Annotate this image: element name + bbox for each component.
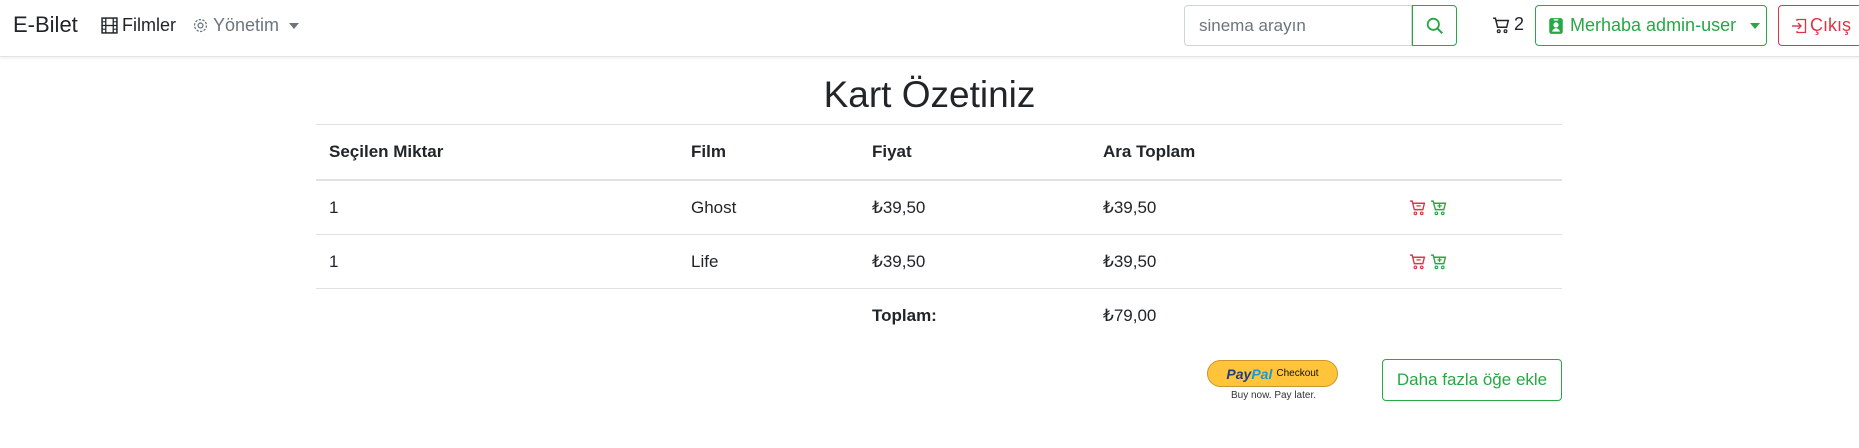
row-price: ₺39,50: [859, 179, 1090, 235]
row-actions: [1396, 179, 1562, 235]
paypal-button[interactable]: PayPal Checkout: [1207, 360, 1338, 387]
table-row: 1 Ghost ₺39,50 ₺39,50: [316, 179, 1562, 235]
cart-icon: [1493, 17, 1510, 33]
row-subtotal: ₺39,50: [1090, 179, 1396, 235]
search-button[interactable]: [1412, 5, 1457, 46]
logout-button[interactable]: Çıkış: [1778, 5, 1859, 46]
film-icon: [101, 17, 118, 34]
row-film: Life: [678, 234, 859, 289]
nav-admin-label: Yönetim: [213, 15, 280, 35]
user-badge-icon: [1549, 17, 1563, 34]
paypal-checkout[interactable]: PayPal Checkout Buy now. Pay later.: [1207, 360, 1340, 401]
search-icon: [1426, 17, 1443, 34]
brand-link[interactable]: E-Bilet: [13, 12, 78, 38]
cart-remove-icon[interactable]: [1409, 199, 1426, 216]
paypal-subtext: Buy now. Pay later.: [1230, 390, 1317, 401]
nav-admin-dropdown[interactable]: Yönetim: [192, 15, 300, 36]
cart-add-icon[interactable]: [1430, 199, 1447, 216]
table-row: 1 Life ₺39,50 ₺39,50: [316, 234, 1562, 289]
row-quantity: 1: [316, 234, 678, 289]
search-input[interactable]: sinema arayın: [1184, 5, 1412, 46]
cart-add-icon[interactable]: [1430, 253, 1447, 270]
total-row: Toplam: ₺79,00: [316, 288, 1562, 342]
page-title: Kart Özetiniz: [823, 74, 1036, 115]
header-subtotal: Ara Toplam: [1090, 124, 1396, 181]
chevron-down-icon: [289, 22, 300, 29]
gear-icon: [193, 18, 208, 33]
add-more-button[interactable]: Daha fazla öğe ekle: [1382, 359, 1562, 401]
table-header-row: Seçilen Miktar Film Fiyat Ara Toplam: [316, 124, 1562, 181]
row-price: ₺39,50: [859, 234, 1090, 289]
total-label: Toplam:: [859, 288, 1090, 342]
paypal-checkout-label: Checkout: [1276, 368, 1319, 379]
chevron-down-icon: [1750, 22, 1761, 29]
header-film: Film: [678, 124, 859, 181]
header-price: Fiyat: [859, 124, 1090, 181]
cart-count: 2: [1514, 14, 1525, 34]
row-subtotal: ₺39,50: [1090, 234, 1396, 289]
cart-remove-icon[interactable]: [1409, 253, 1426, 270]
navbar: E-Bilet Filmler Yönetim sinema arayın 2 …: [0, 0, 1859, 57]
nav-movies-label: Filmler: [122, 15, 176, 35]
nav-movies-link[interactable]: Filmler: [101, 15, 176, 36]
paypal-logo: PayPal: [1226, 365, 1273, 382]
sign-in-icon: [1792, 18, 1807, 33]
user-dropdown-button[interactable]: Merhaba admin-user: [1535, 5, 1767, 46]
user-label: Merhaba admin-user: [1570, 15, 1737, 35]
cart-link[interactable]: 2: [1492, 14, 1524, 35]
header-actions: [1396, 124, 1562, 181]
total-value: ₺79,00: [1090, 288, 1396, 342]
header-quantity: Seçilen Miktar: [316, 124, 678, 181]
logout-label: Çıkış: [1810, 15, 1852, 35]
row-quantity: 1: [316, 179, 678, 235]
cart-table: Seçilen Miktar Film Fiyat Ara Toplam 1 G…: [316, 124, 1562, 342]
row-actions: [1396, 234, 1562, 289]
row-film: Ghost: [678, 179, 859, 235]
